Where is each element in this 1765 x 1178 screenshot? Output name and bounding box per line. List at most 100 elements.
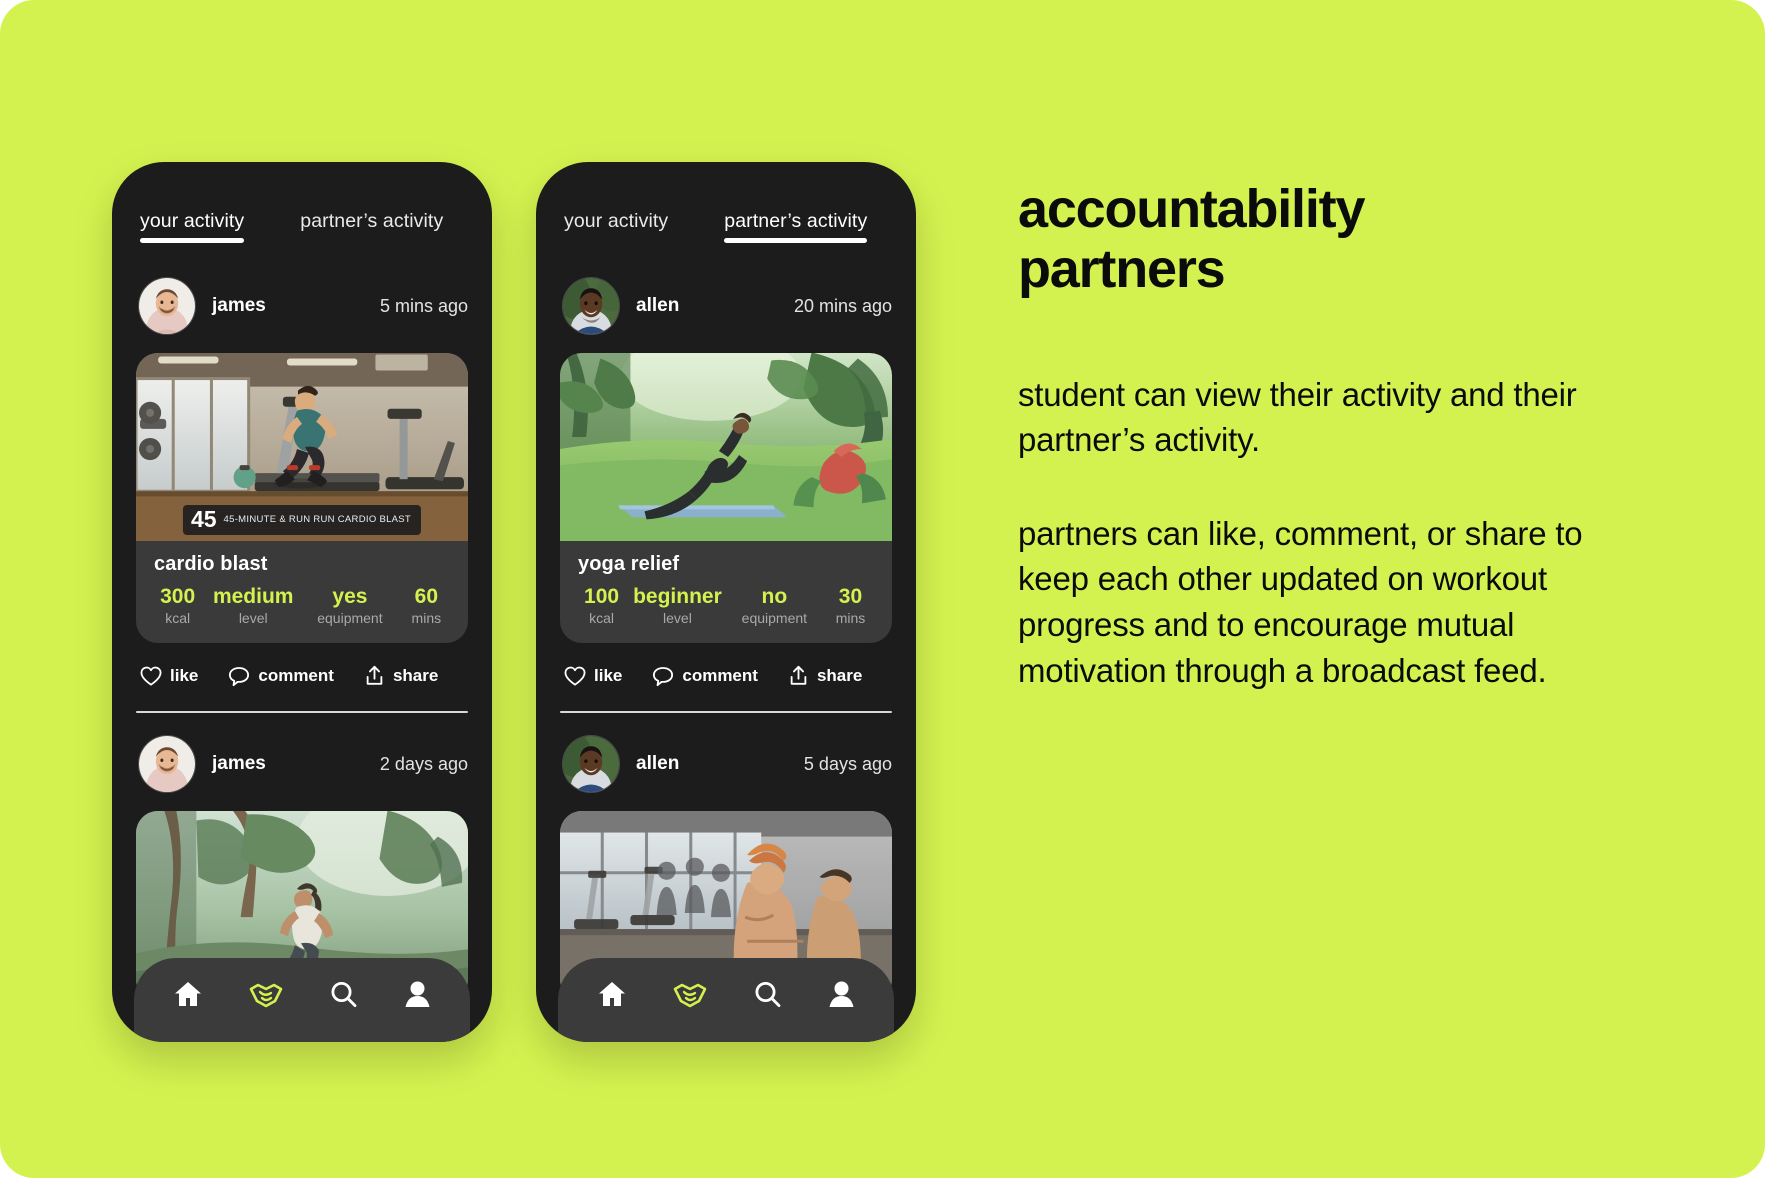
workout-card-body: cardio blast 300 kcal medium level yes e — [136, 541, 468, 643]
media-badge-number: 45 — [190, 506, 217, 532]
media-badge-text: 45-MINUTE & RUN RUN CARDIO BLAST — [223, 514, 412, 525]
nav-profile[interactable] — [828, 980, 855, 1008]
like-button[interactable]: like — [140, 666, 198, 686]
like-button[interactable]: like — [564, 666, 622, 686]
description-paragraph-1: student can view their activity and thei… — [1018, 375, 1577, 459]
post-timestamp: 20 mins ago — [793, 295, 892, 316]
person-icon — [828, 980, 855, 1008]
nav-home[interactable] — [597, 980, 627, 1009]
workout-media-yoga — [560, 353, 892, 541]
stat-level-value: beginner — [633, 585, 722, 608]
activity-tabs: your activity partner’s activity — [560, 210, 892, 243]
stat-kcal-value: 100 — [584, 585, 620, 608]
avatar[interactable] — [138, 277, 196, 335]
comment-label: comment — [682, 666, 758, 686]
stat-mins: 60 mins — [403, 585, 450, 627]
avatar[interactable] — [138, 735, 196, 794]
workout-stats: 100 kcal beginner level no equipment 30 … — [578, 585, 874, 627]
comment-label: comment — [258, 666, 334, 686]
post-header: james 2 days ago — [136, 735, 468, 794]
stat-kcal-label: kcal — [165, 610, 191, 627]
tab-your-activity-label: your activity — [140, 210, 245, 232]
stat-equipment-value: no — [761, 585, 788, 608]
nav-home[interactable] — [173, 980, 203, 1009]
share-label: share — [816, 666, 863, 686]
post-header: allen 5 days ago — [560, 735, 892, 794]
post-divider — [136, 711, 468, 714]
post-username: allen — [636, 753, 680, 775]
phone-mockup-your-activity: your activity partner’s activity james 5… — [112, 162, 492, 1042]
share-button[interactable]: share — [364, 665, 438, 687]
workout-card-body: yoga relief 100 kcal beginner level no e — [560, 541, 892, 643]
post-timestamp: 5 mins ago — [379, 295, 468, 316]
like-label: like — [594, 666, 623, 686]
stat-level: beginner level — [633, 585, 722, 627]
bottom-nav — [134, 958, 470, 1042]
workout-title: yoga relief — [578, 553, 680, 575]
search-icon — [753, 980, 782, 1009]
avatar[interactable] — [562, 735, 620, 794]
tab-partners-activity[interactable]: partner’s activity — [300, 210, 443, 243]
share-icon — [788, 665, 809, 687]
post-username: allen — [636, 295, 680, 316]
stat-level: medium level — [209, 585, 297, 627]
workout-title: cardio blast — [154, 553, 268, 575]
stat-mins-value: 30 — [838, 585, 863, 608]
page-title: accountability partners — [1018, 179, 1365, 299]
heart-icon — [140, 666, 162, 686]
search-icon — [329, 980, 358, 1009]
workout-card[interactable]: 45 45-MINUTE & RUN RUN CARDIO BLAST card… — [136, 353, 468, 644]
slide-canvas: your activity partner’s activity james 5… — [0, 0, 1765, 1178]
post-divider — [560, 711, 892, 714]
stat-mins: 30 mins — [827, 585, 874, 627]
share-icon — [364, 665, 385, 687]
tab-partners-activity[interactable]: partner’s activity — [724, 210, 868, 243]
comment-bubble-icon — [228, 666, 250, 687]
heart-icon — [564, 666, 586, 686]
stat-kcal: 100 kcal — [578, 585, 625, 627]
post-actions: like comment share — [560, 665, 892, 687]
person-icon — [404, 980, 431, 1008]
comment-bubble-icon — [652, 666, 674, 687]
stat-kcal: 300 kcal — [154, 585, 201, 627]
tab-your-activity[interactable]: your activity — [564, 210, 668, 243]
handshake-icon — [673, 980, 707, 1008]
stat-kcal-value: 300 — [160, 585, 196, 608]
nav-partners[interactable] — [249, 980, 283, 1008]
stat-mins-value: 60 — [414, 585, 439, 608]
media-duration-badge: 45 45-MINUTE & RUN RUN CARDIO BLAST — [182, 505, 422, 535]
stat-level-label: level — [663, 610, 692, 627]
like-label: like — [170, 666, 199, 686]
stat-equipment: yes equipment — [305, 585, 395, 627]
share-button[interactable]: share — [788, 665, 862, 687]
workout-card[interactable]: yoga relief 100 kcal beginner level no e — [560, 353, 892, 644]
tab-your-activity[interactable]: your activity — [140, 210, 245, 243]
share-label: share — [392, 666, 439, 686]
avatar[interactable] — [562, 277, 620, 335]
stat-mins-label: mins — [411, 610, 442, 627]
stat-equipment-value: yes — [332, 585, 368, 608]
stat-level-value: medium — [212, 585, 294, 608]
post-username: james — [212, 295, 266, 316]
workout-stats: 300 kcal medium level yes equipment 60 m… — [154, 585, 450, 627]
post-timestamp: 2 days ago — [379, 753, 468, 774]
description-panel: accountability partners student can view… — [1018, 179, 1678, 693]
post-username: james — [212, 753, 266, 775]
activity-tabs: your activity partner’s activity — [136, 210, 468, 243]
description-paragraph-2: partners can like, comment, or share to … — [1018, 514, 1583, 689]
handshake-icon — [249, 980, 283, 1008]
nav-search[interactable] — [753, 980, 782, 1009]
nav-search[interactable] — [329, 980, 358, 1009]
nav-partners[interactable] — [673, 980, 707, 1008]
phone-mockup-partners-activity: your activity partner’s activity allen 2… — [536, 162, 916, 1042]
stat-equipment: no equipment — [730, 585, 819, 627]
stat-level-label: level — [238, 610, 268, 627]
home-icon — [597, 980, 627, 1009]
comment-button[interactable]: comment — [652, 666, 758, 687]
stat-equipment-label: equipment — [741, 610, 808, 627]
tab-partners-activity-label: partner’s activity — [724, 210, 868, 232]
stat-mins-label: mins — [835, 610, 866, 627]
comment-button[interactable]: comment — [228, 666, 334, 687]
post-timestamp: 5 days ago — [803, 753, 892, 774]
nav-profile[interactable] — [404, 980, 431, 1008]
